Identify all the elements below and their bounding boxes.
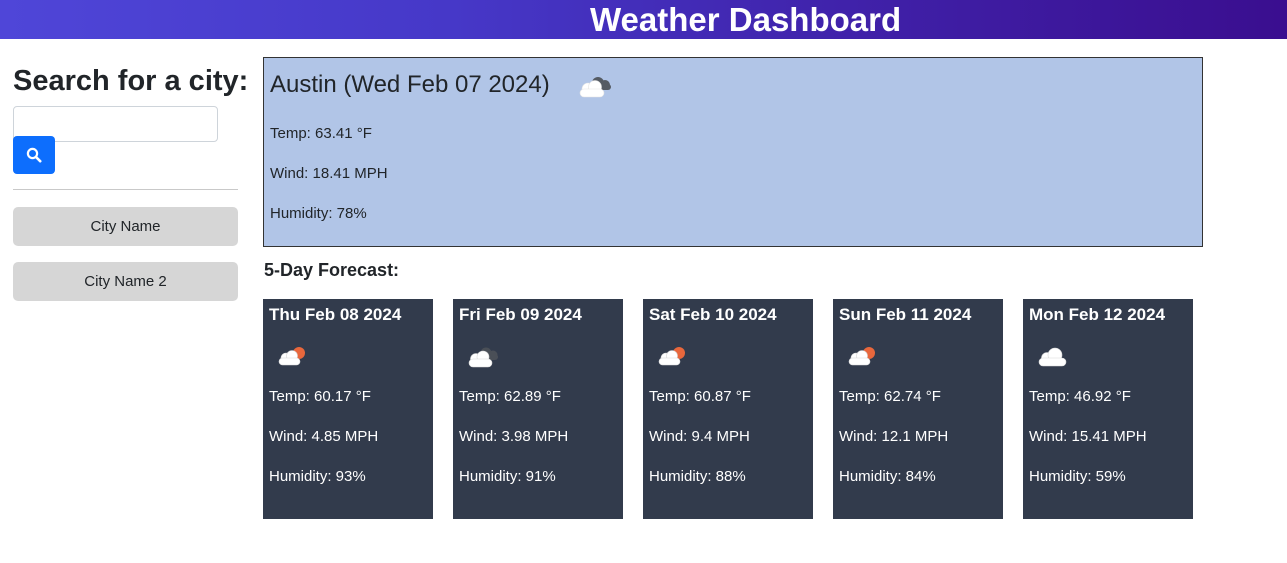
forecast-humidity: Humidity: 59% (1029, 468, 1126, 485)
history-city-button[interactable]: City Name 2 (13, 262, 238, 301)
forecast-card: Mon Feb 12 2024 Temp: 46.92 °F Wind: 15.… (1023, 299, 1193, 519)
forecast-humidity: Humidity: 93% (269, 468, 366, 485)
current-weather-panel: Austin (Wed Feb 07 2024) Temp: 63.41 °F … (263, 57, 1203, 247)
forecast-date: Thu Feb 08 2024 (269, 305, 402, 324)
partly-cloudy-day-icon (278, 347, 305, 366)
current-wind: Wind: 18.41 MPH (270, 165, 388, 182)
forecast-heading: 5-Day Forecast: (264, 260, 400, 280)
forecast-date: Sat Feb 10 2024 (649, 305, 777, 324)
page-title: Weather Dashboard (590, 1, 902, 38)
cloud-icon (1038, 347, 1067, 367)
forecast-temp: Temp: 62.74 °F (839, 388, 941, 405)
search-heading: Search for a city: (13, 65, 249, 97)
partly-cloudy-day-icon (848, 347, 875, 366)
forecast-card: Sat Feb 10 2024 Temp: 60.87 °F Wind: 9.4… (643, 299, 813, 519)
forecast-date: Fri Feb 09 2024 (459, 305, 582, 324)
forecast-wind: Wind: 4.85 MPH (269, 428, 379, 445)
broken-clouds-icon (468, 347, 498, 368)
forecast-card: Fri Feb 09 2024 Temp: 62.89 °F Wind: 3.9… (453, 299, 623, 519)
forecast-temp: Temp: 60.17 °F (269, 388, 371, 405)
forecast-humidity: Humidity: 88% (649, 468, 746, 485)
forecast-wind: Wind: 15.41 MPH (1029, 428, 1147, 445)
search-icon (26, 147, 42, 163)
header-bar: Weather Dashboard (0, 0, 1287, 39)
history-city-button[interactable]: City Name (13, 207, 238, 246)
forecast-temp: Temp: 62.89 °F (459, 388, 561, 405)
current-temp: Temp: 63.41 °F (270, 125, 372, 142)
sidebar-divider (13, 189, 238, 190)
forecast-card: Sun Feb 11 2024 Temp: 62.74 °F Wind: 12.… (833, 299, 1003, 519)
forecast-wind: Wind: 3.98 MPH (459, 428, 569, 445)
forecast-wind: Wind: 9.4 MPH (649, 428, 750, 445)
current-humidity: Humidity: 78% (270, 205, 367, 222)
forecast-card: Thu Feb 08 2024 Temp: 60.17 °F Wind: 4.8… (263, 299, 433, 519)
forecast-date: Mon Feb 12 2024 (1029, 305, 1166, 324)
current-city-date: Austin (Wed Feb 07 2024) (270, 71, 550, 98)
forecast-temp: Temp: 60.87 °F (649, 388, 751, 405)
partly-cloudy-day-icon (658, 347, 685, 366)
forecast-wind: Wind: 12.1 MPH (839, 428, 949, 445)
search-button[interactable] (13, 136, 55, 174)
broken-clouds-icon (579, 77, 611, 98)
forecast-date: Sun Feb 11 2024 (839, 305, 972, 324)
forecast-humidity: Humidity: 91% (459, 468, 556, 485)
forecast-temp: Temp: 46.92 °F (1029, 388, 1131, 405)
forecast-humidity: Humidity: 84% (839, 468, 936, 485)
